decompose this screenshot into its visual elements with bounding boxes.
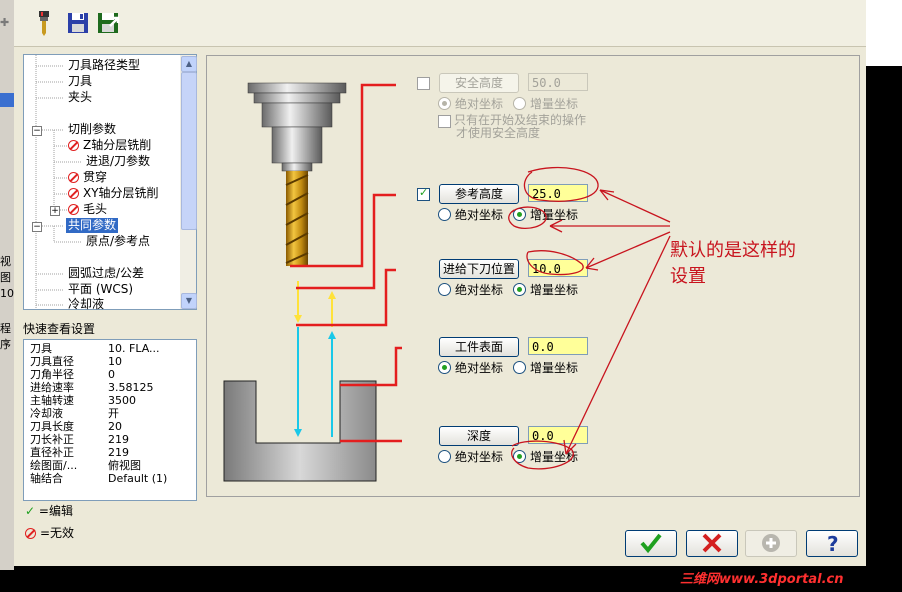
radio-icon <box>438 450 451 463</box>
safety-only-start-end-label: 只有在开始及结束的操作 才使用安全高度 <box>454 113 587 140</box>
check-icon <box>640 533 662 554</box>
tree-item-coolant[interactable]: 冷却液 <box>68 297 104 312</box>
expand-icon[interactable]: + <box>50 206 60 216</box>
collapse-icon[interactable]: − <box>32 126 42 136</box>
quick-view-title: 快速查看设置 <box>23 322 96 336</box>
background-label: 视图 <box>0 255 11 284</box>
invalid-icon <box>68 140 79 151</box>
tree-item-toolpath-type[interactable]: 刀具路径类型 <box>68 58 140 73</box>
tree-scrollbar[interactable]: ▲ ▼ <box>180 55 197 309</box>
scroll-thumb[interactable] <box>181 72 197 230</box>
quick-view-row: 主轴转速 3500 <box>30 394 136 407</box>
feed-plane-absolute-radio[interactable]: 绝对坐标 <box>438 283 503 297</box>
tree-item-tool[interactable]: 刀具 <box>68 74 92 89</box>
quick-view-row: 刀具 10. FLA... <box>30 342 160 355</box>
close-icon <box>702 533 722 553</box>
depth-absolute-radio[interactable]: 绝对坐标 <box>438 450 503 464</box>
scroll-up-icon[interactable]: ▲ <box>181 56 197 72</box>
save-icon[interactable] <box>66 10 90 36</box>
radio-selected-icon <box>438 361 451 374</box>
safety-height-checkbox[interactable] <box>417 77 430 90</box>
tree-item-home-ref-points[interactable]: 原点/参考点 <box>86 234 150 249</box>
scroll-down-icon[interactable]: ▼ <box>181 293 197 309</box>
end-mill <box>285 171 309 266</box>
safety-height-field[interactable]: 50.0 <box>528 73 588 91</box>
radio-icon <box>438 208 451 221</box>
legend-invalid: =无效 <box>25 524 74 541</box>
safety-incremental-radio[interactable]: 增量坐标 <box>513 97 578 111</box>
check-icon: ✓ <box>25 504 36 518</box>
parameter-tree[interactable]: 刀具路径类型 刀具 夹头 − 切削参数 Z轴分层铣削 进退/刀参数 贯穿 XY轴… <box>23 54 197 312</box>
safety-only-start-end-checkbox[interactable] <box>438 115 451 128</box>
invalid-icon <box>68 188 79 199</box>
collapse-icon[interactable]: − <box>32 222 42 232</box>
tree-item-planes[interactable]: 平面 (WCS) <box>68 282 133 297</box>
motion-arrows <box>294 281 336 437</box>
invalid-icon <box>68 204 79 215</box>
help-button[interactable]: ? <box>806 530 858 557</box>
reference-absolute-radio[interactable]: 绝对坐标 <box>438 208 503 222</box>
tree-item-depth-cuts[interactable]: Z轴分层铣削 <box>68 138 151 153</box>
add-button[interactable] <box>745 530 797 557</box>
annotation-text: 默认的是这样的 <box>670 240 796 261</box>
quick-view-panel: 刀具 10. FLA... 刀具直径 10 刀角半径 0 进给速率 3.58125 主轴… <box>23 339 197 501</box>
plus-icon <box>762 534 780 552</box>
tree-item-cut-params[interactable]: 切削参数 <box>68 122 116 137</box>
cancel-button[interactable] <box>686 530 738 557</box>
background-window-strip: ✚ 视图 10 程序 <box>0 0 14 570</box>
help-icon: ? <box>827 532 839 556</box>
check-icon: ✓ <box>419 186 429 199</box>
background-label: 10 <box>0 287 14 300</box>
toolbar <box>14 0 866 47</box>
annotation-text: 设置 <box>670 266 706 287</box>
background-dropdown <box>0 93 14 107</box>
legend-edit: ✓ =编辑 <box>25 504 73 518</box>
tree-item-holder[interactable]: 夹头 <box>68 90 92 105</box>
save-as-icon[interactable] <box>96 10 120 36</box>
safety-absolute-radio[interactable]: 绝对坐标 <box>438 97 503 111</box>
tree-item-lead-in-out[interactable]: 进退/刀参数 <box>86 154 150 169</box>
annotation-marks <box>508 166 671 470</box>
ok-button[interactable] <box>625 530 677 557</box>
radio-icon <box>513 97 526 110</box>
background-plus-icon: ✚ <box>0 16 10 29</box>
tree-item-tabs[interactable]: 毛头 <box>68 202 107 217</box>
quick-view-row: 刀具直径 10 <box>30 355 122 368</box>
safety-height-button[interactable]: 安全高度 <box>439 73 519 93</box>
watermark: 三维网www.3dportal.cn <box>680 572 844 587</box>
reference-height-checkbox[interactable]: ✓ <box>417 186 430 201</box>
quick-view-row: 直径补正 219 <box>30 446 129 459</box>
top-of-stock-absolute-radio[interactable]: 绝对坐标 <box>438 361 503 375</box>
radio-selected-icon <box>438 97 451 110</box>
tree-item-break-through[interactable]: 贯穿 <box>68 170 107 185</box>
svg-text:?: ? <box>827 532 839 555</box>
tree-item-arc-filter[interactable]: 圆弧过虑/公差 <box>68 266 144 281</box>
quick-view-row: 刀长补正 219 <box>30 433 129 446</box>
quick-view-row: 冷却液开 <box>30 407 119 420</box>
invalid-icon <box>25 528 36 539</box>
tool-icon[interactable] <box>32 10 56 36</box>
invalid-icon <box>68 172 79 183</box>
tool-holder <box>247 82 347 172</box>
background-label: 程序 <box>0 322 11 351</box>
quick-view-row: 刀具长度 20 <box>30 420 122 433</box>
radio-icon <box>438 283 451 296</box>
quick-view-row: 刀角半径 0 <box>30 368 115 381</box>
quick-view-row: 绘图面/... 俯视图 <box>30 459 141 472</box>
quick-view-row: 进给速率 3.58125 <box>30 381 154 394</box>
tree-item-linking-params[interactable]: 共同参数 <box>66 218 119 233</box>
tree-item-multi-passes[interactable]: XY轴分层铣削 <box>68 186 159 201</box>
background-area <box>866 0 902 66</box>
quick-view-row: 轴结合 Default (1) <box>30 472 168 485</box>
